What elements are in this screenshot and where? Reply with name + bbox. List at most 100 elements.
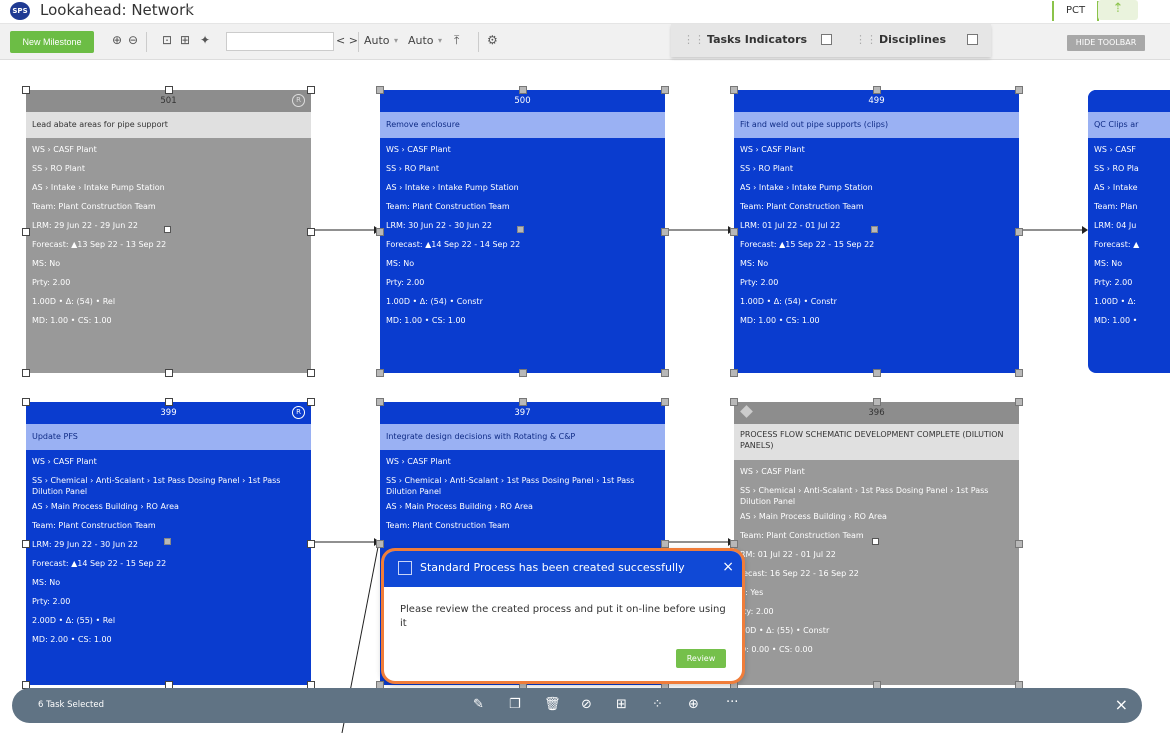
task-card-partial[interactable]: QC Clips ar WS › CASF SS › RO Pla AS › I… (1088, 90, 1170, 373)
resize-handle[interactable] (376, 227, 384, 236)
milestone-diamond-icon (740, 405, 753, 418)
resize-handle[interactable] (22, 86, 30, 94)
chevron-down-icon[interactable]: ▾ (438, 36, 442, 45)
resize-handle[interactable] (661, 539, 669, 548)
search-input[interactable] (226, 32, 334, 51)
resize-handle[interactable] (730, 227, 738, 236)
tasks-indicators-checkbox[interactable] (821, 34, 832, 45)
resize-handle[interactable] (307, 398, 315, 406)
chevron-down-icon[interactable]: ▾ (394, 36, 398, 45)
close-icon[interactable]: × (1115, 695, 1128, 714)
resize-handle[interactable] (872, 369, 881, 377)
upload-icon[interactable]: ⤒ (454, 33, 459, 48)
resize-handle[interactable] (1015, 539, 1023, 548)
md-cs: MD: 1.00 • CS: 1.00 (386, 316, 466, 325)
drag-handle-icon[interactable]: ⋮⋮ (683, 33, 705, 46)
resize-handle[interactable] (730, 398, 738, 406)
resize-handle[interactable] (661, 398, 669, 406)
area-structure: AS › Intake (1094, 183, 1138, 192)
drag-handle-icon[interactable]: ⋮⋮ (855, 33, 877, 46)
link-port[interactable] (871, 226, 878, 233)
resize-handle[interactable] (1015, 398, 1023, 406)
link-port[interactable] (164, 226, 171, 233)
network-canvas[interactable]: 501 R Lead abate areas for pipe support W… (0, 61, 1170, 733)
resize-handle[interactable] (164, 398, 173, 406)
clipboard-add-icon[interactable]: ⊞ (616, 697, 627, 712)
forecast-dates: Forecast: ▲ (1094, 240, 1140, 249)
resize-handle[interactable] (518, 398, 527, 406)
add-link-icon[interactable]: ✦ (200, 33, 210, 47)
copy-icon[interactable]: ❐ (509, 697, 521, 712)
resize-handle[interactable] (872, 86, 881, 94)
resize-handle[interactable] (518, 86, 527, 94)
area-structure: AS › Main Process Building › RO Area (740, 512, 887, 521)
resize-handle[interactable] (730, 539, 738, 548)
resize-handle[interactable] (164, 369, 173, 377)
delete-icon[interactable]: 🗑 (544, 697, 561, 712)
resize-handle[interactable] (22, 539, 30, 548)
milestone: MS: No (32, 259, 61, 268)
resize-handle[interactable] (307, 539, 315, 548)
work-structure: WS › CASF Plant (386, 145, 451, 154)
resize-handle[interactable] (307, 227, 315, 236)
zoom-out-icon[interactable]: ⊖ (128, 33, 138, 47)
pct-badge[interactable]: PCT (1052, 1, 1100, 21)
resize-handle[interactable] (518, 369, 527, 377)
resize-handle[interactable] (307, 86, 315, 94)
user-check-icon[interactable]: ⇡ (1098, 0, 1138, 20)
system-structure: SS › RO Pla (1094, 164, 1139, 173)
disciplines-checkbox[interactable] (967, 34, 978, 45)
resize-handle[interactable] (376, 369, 384, 377)
work-structure: WS › CASF Plant (386, 457, 451, 466)
resize-handle[interactable] (661, 86, 669, 94)
resize-handle[interactable] (872, 398, 881, 406)
resize-handle[interactable] (661, 227, 669, 236)
md-cs: D: 0.00 • CS: 0.00 (740, 645, 813, 654)
group-icon[interactable]: ⁘ (652, 697, 663, 712)
md-cs: MD: 2.00 • CS: 1.00 (32, 635, 112, 644)
resize-handle[interactable] (1015, 227, 1023, 236)
link-port[interactable] (872, 538, 879, 545)
resize-handle[interactable] (22, 398, 30, 406)
check-circle-icon[interactable]: ⊘ (581, 697, 592, 712)
title-bar: SPS Lookahead: Network ▾ PCT ⇡ (0, 0, 1170, 24)
resize-handle[interactable] (376, 398, 384, 406)
new-milestone-button[interactable]: New Milestone (10, 31, 94, 53)
notification-title: Standard Process has been created succes… (420, 561, 685, 574)
resize-handle[interactable] (22, 227, 30, 236)
link-port[interactable] (164, 538, 171, 545)
resize-handle[interactable] (661, 369, 669, 377)
auto-select-1[interactable]: Auto (364, 34, 390, 47)
add-process-icon[interactable]: ⊕ (688, 697, 699, 712)
team: Team: Plant Construction Team (740, 202, 864, 211)
work-structure: WS › CASF Plant (740, 467, 805, 476)
resize-handle[interactable] (22, 369, 30, 377)
zoom-in-icon[interactable]: ⊕ (112, 33, 122, 47)
layout-icon[interactable]: ⊞ (180, 33, 190, 47)
fit-to-screen-icon[interactable]: ⊡ (162, 33, 172, 47)
resize-handle[interactable] (164, 86, 173, 94)
resize-handle[interactable] (376, 539, 384, 548)
resize-handle[interactable] (307, 369, 315, 377)
resize-handle[interactable] (1015, 86, 1023, 94)
task-title: Lead abate areas for pipe support (26, 112, 311, 138)
duration: 1.00D • Δ: (54) • Rel (32, 297, 116, 306)
title-dropdown-icon[interactable]: ▾ (187, 5, 192, 15)
tasks-indicators-label: Tasks Indicators (707, 33, 808, 46)
auto-select-2[interactable]: Auto (408, 34, 434, 47)
resize-handle[interactable] (730, 86, 738, 94)
duration: 00D • Δ: (55) • Constr (740, 626, 830, 635)
link-port[interactable] (517, 226, 524, 233)
resize-handle[interactable] (730, 369, 738, 377)
review-button[interactable]: Review (676, 649, 726, 668)
more-icon[interactable]: ··· (726, 695, 738, 710)
forecast-dates: Forecast: ▲14 Sep 22 - 15 Sep 22 (32, 559, 167, 568)
edit-icon[interactable]: ✎ (473, 697, 484, 712)
close-icon[interactable]: × (722, 559, 734, 575)
gear-icon[interactable]: ⚙ (487, 33, 498, 47)
resize-handle[interactable] (1015, 369, 1023, 377)
resize-handle[interactable] (376, 86, 384, 94)
hide-toolbar-button[interactable]: HIDE TOOLBAR (1067, 35, 1145, 51)
prev-next-nav[interactable]: < > (336, 34, 358, 47)
page-title[interactable]: Lookahead: Network (40, 1, 194, 19)
